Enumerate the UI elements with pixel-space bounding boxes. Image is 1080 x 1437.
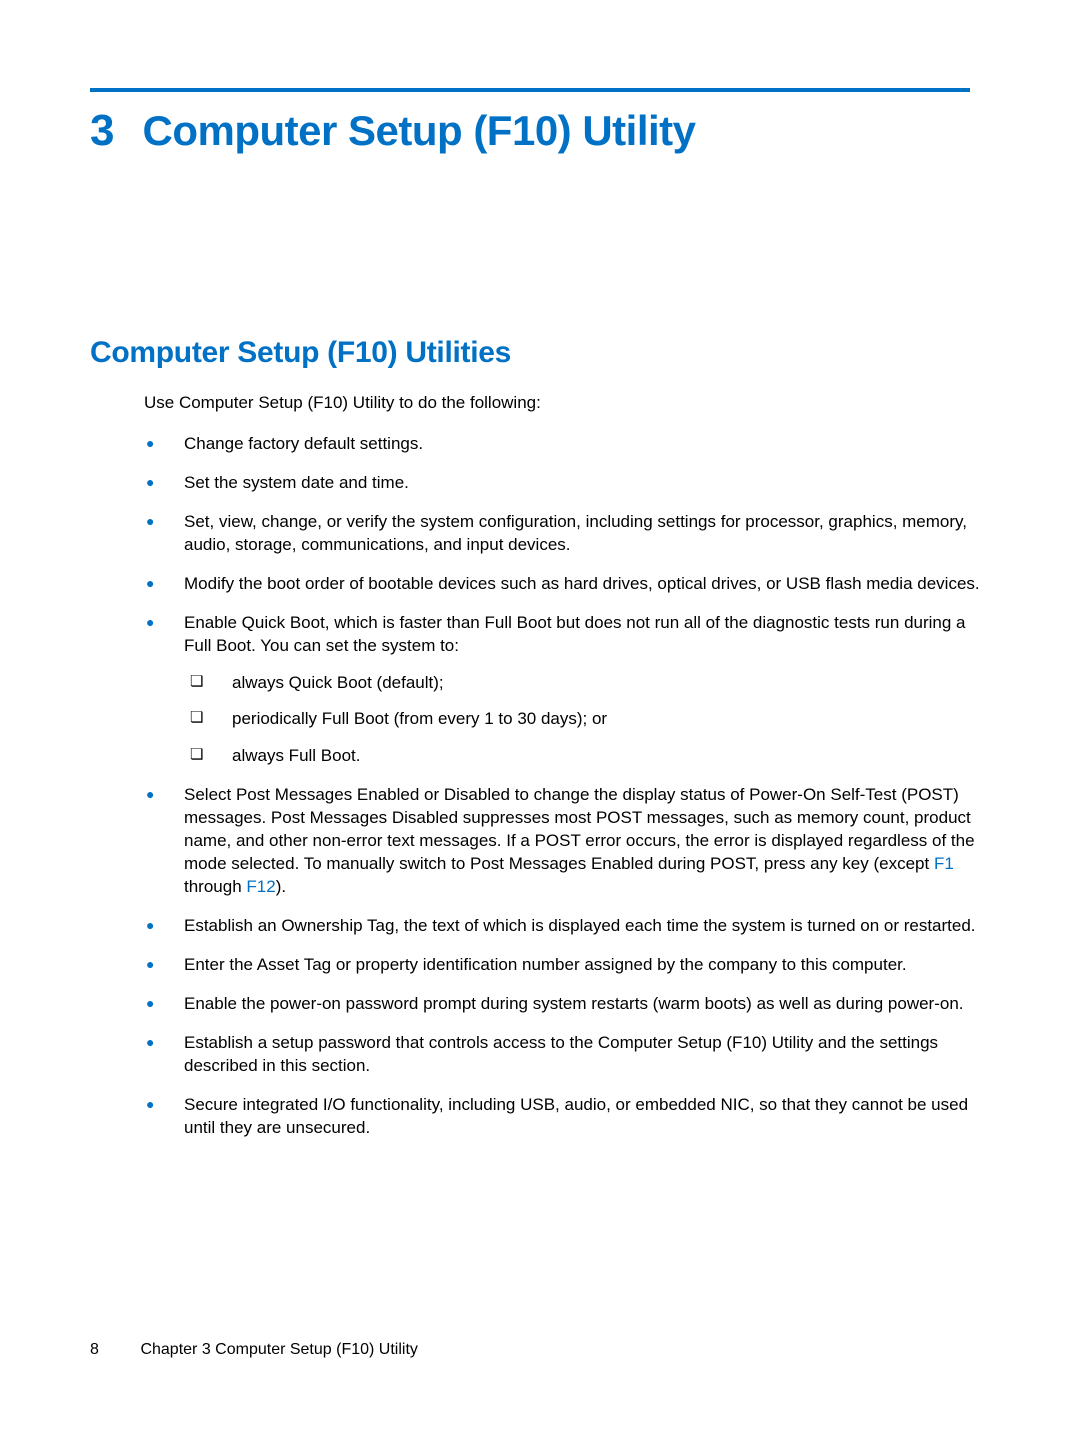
section-heading: Computer Setup (F10) Utilities [90,336,990,370]
bullet-list: Change factory default settings. Set the… [144,433,990,1140]
sub-list-item: always Quick Boot (default); [190,672,990,695]
key-f1: F1 [934,854,954,873]
chapter-number: 3 [90,106,114,156]
list-item: Establish an Ownership Tag, the text of … [144,915,990,938]
chapter-title: Computer Setup (F10) Utility [142,107,695,155]
list-item: Secure integrated I/O functionality, inc… [144,1094,990,1140]
list-item: Enter the Asset Tag or property identifi… [144,954,990,977]
list-item: Set the system date and time. [144,472,990,495]
list-item: Change factory default settings. [144,433,990,456]
list-item: Enable Quick Boot, which is faster than … [144,612,990,769]
chapter-heading: 3 Computer Setup (F10) Utility [90,106,990,156]
list-item-text: Enable Quick Boot, which is faster than … [184,613,966,655]
sub-list: always Quick Boot (default); periodicall… [190,672,990,769]
footer-text: Chapter 3 Computer Setup (F10) Utility [140,1341,417,1358]
list-item: Modify the boot order of bootable device… [144,573,990,596]
page-number: 8 [90,1341,136,1359]
page-footer: 8 Chapter 3 Computer Setup (F10) Utility [90,1341,418,1359]
text-part: through [184,877,246,896]
list-item: Establish a setup password that controls… [144,1032,990,1078]
key-f12: F12 [246,877,275,896]
list-item: Set, view, change, or verify the system … [144,511,990,557]
intro-text: Use Computer Setup (F10) Utility to do t… [144,392,990,415]
sub-list-item: always Full Boot. [190,745,990,768]
chapter-rule [90,88,970,92]
text-part: ). [276,877,286,896]
list-item: Enable the power-on password prompt duri… [144,993,990,1016]
text-part: Select Post Messages Enabled or Disabled… [184,785,975,873]
list-item: Select Post Messages Enabled or Disabled… [144,784,990,899]
sub-list-item: periodically Full Boot (from every 1 to … [190,708,990,731]
page-content: 3 Computer Setup (F10) Utility Computer … [90,88,990,1156]
